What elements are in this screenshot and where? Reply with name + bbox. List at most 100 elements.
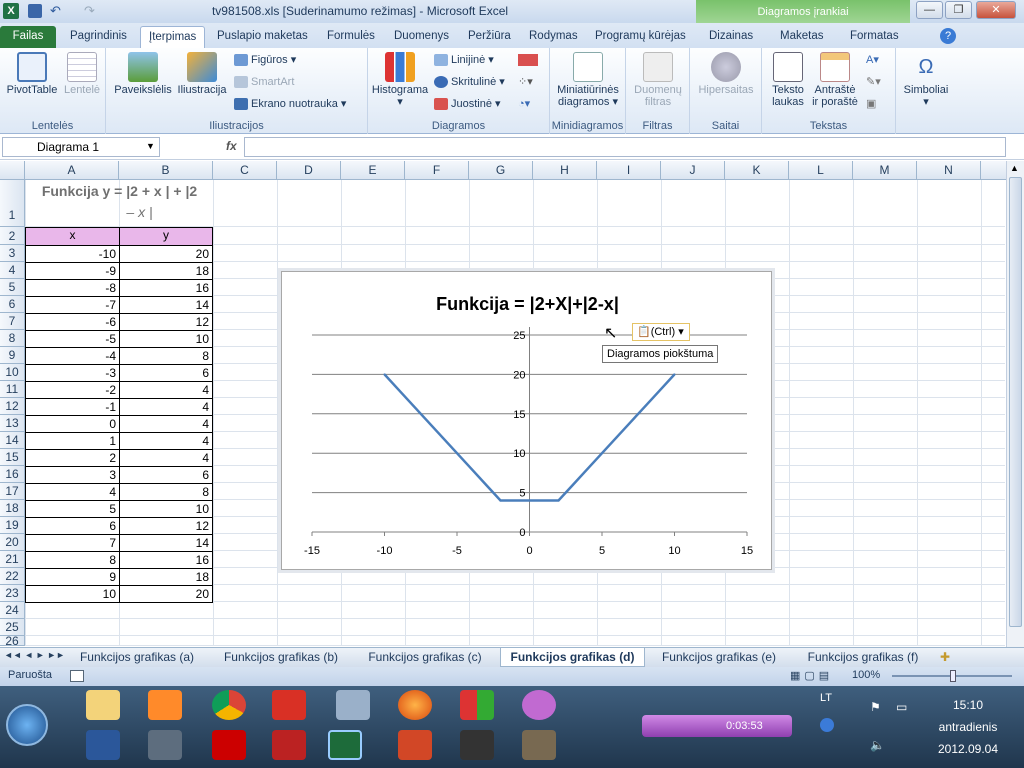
column-header[interactable]: J xyxy=(661,161,725,180)
cell-x[interactable]: -5 xyxy=(25,330,120,348)
tab-design[interactable]: Dizainas xyxy=(701,26,761,48)
tab-home[interactable]: Pagrindinis xyxy=(62,26,135,48)
cell-y[interactable]: 18 xyxy=(119,568,213,586)
cell-y[interactable]: 8 xyxy=(119,483,213,501)
table-button[interactable]: Lentelė xyxy=(60,52,104,96)
column-header[interactable]: H xyxy=(533,161,597,180)
header-y[interactable]: y xyxy=(119,227,213,246)
cell-x[interactable]: 9 xyxy=(25,568,120,586)
sheet-tab[interactable]: Funkcijos grafikas (f) xyxy=(794,648,932,667)
insert-sheet-icon[interactable]: ✚ xyxy=(940,650,950,664)
calculator-icon[interactable] xyxy=(336,690,370,720)
shapes-button[interactable]: Figūros ▾ xyxy=(234,51,296,69)
row-header[interactable]: 11 xyxy=(0,381,25,398)
tab-view[interactable]: Rodymas xyxy=(521,26,586,48)
column-header[interactable]: F xyxy=(405,161,469,180)
cell-y[interactable]: 8 xyxy=(119,347,213,365)
start-button[interactable] xyxy=(6,704,48,746)
office-icon[interactable] xyxy=(460,690,494,720)
column-header[interactable]: A xyxy=(25,161,119,180)
header-footer-button[interactable]: Antraštė ir poraštė xyxy=(810,52,860,108)
cell-x[interactable]: 5 xyxy=(25,500,120,518)
maximize-button[interactable]: ❐ xyxy=(945,1,972,19)
cell-x[interactable]: -1 xyxy=(25,398,120,416)
recorder-app-icon[interactable] xyxy=(148,730,182,760)
cell-x[interactable]: 4 xyxy=(25,483,120,501)
scatter-chart-icon[interactable]: ⁘▾ xyxy=(518,73,533,91)
sparklines-button[interactable]: Miniatiūrinės diagramos ▾ xyxy=(552,52,624,108)
row-header[interactable]: 19 xyxy=(0,517,25,534)
gmail-icon[interactable] xyxy=(272,690,306,720)
cell-y[interactable]: 20 xyxy=(119,245,213,263)
sheet-tab[interactable]: Funkcijos grafikas (a) xyxy=(68,648,206,667)
row-header[interactable]: 4 xyxy=(0,262,25,279)
picture-button[interactable]: Paveikslėlis xyxy=(112,52,174,96)
cell-y[interactable]: 4 xyxy=(119,432,213,450)
object-icon[interactable]: ▣ xyxy=(866,95,876,113)
cell-x[interactable]: 6 xyxy=(25,517,120,535)
select-all-corner[interactable] xyxy=(0,161,25,180)
row-header[interactable]: 17 xyxy=(0,483,25,500)
cell-y[interactable]: 6 xyxy=(119,364,213,382)
row-header[interactable]: 22 xyxy=(0,568,25,585)
column-header[interactable]: L xyxy=(789,161,853,180)
cell-x[interactable]: -10 xyxy=(25,245,120,263)
row-header[interactable]: 1 xyxy=(0,180,25,227)
clock-time[interactable]: 15:10 xyxy=(936,698,1000,712)
cell-y[interactable]: 4 xyxy=(119,415,213,433)
recorder-widget[interactable]: 0:03:53 xyxy=(642,715,792,737)
excel-taskbar-icon[interactable] xyxy=(328,730,362,760)
tab-data[interactable]: Duomenys xyxy=(386,26,457,48)
cell-x[interactable]: 1 xyxy=(25,432,120,450)
close-button[interactable]: ✕ xyxy=(976,1,1016,19)
cell-x[interactable]: -2 xyxy=(25,381,120,399)
paste-options-button[interactable]: 📋(Ctrl) ▾ xyxy=(632,323,690,341)
row-header[interactable]: 18 xyxy=(0,500,25,517)
cell-x[interactable]: -7 xyxy=(25,296,120,314)
vertical-scrollbar[interactable]: ▲ xyxy=(1006,161,1024,647)
bar-chart-button[interactable]: Juostinė ▾ xyxy=(434,95,501,113)
row-header[interactable]: 12 xyxy=(0,398,25,415)
pivottable-button[interactable]: PivotTable xyxy=(4,52,60,96)
row-header[interactable]: 13 xyxy=(0,415,25,432)
cell-y[interactable]: 20 xyxy=(119,585,213,603)
row-header[interactable]: 5 xyxy=(0,279,25,296)
tab-developer[interactable]: Programų kūrėjas xyxy=(587,26,694,48)
slicer-button[interactable]: Duomenų filtras xyxy=(628,52,688,108)
column-header[interactable]: C xyxy=(213,161,277,180)
insert-function-icon[interactable]: fx xyxy=(226,139,237,153)
acrobat-icon[interactable] xyxy=(212,730,246,760)
name-box-dropdown-icon[interactable]: ▼ xyxy=(146,141,155,151)
tab-layout[interactable]: Maketas xyxy=(772,26,831,48)
network-icon[interactable]: ▭ xyxy=(896,700,907,714)
formula-input[interactable] xyxy=(244,137,1006,157)
row-header[interactable]: 14 xyxy=(0,432,25,449)
smartart-button[interactable]: SmartArt xyxy=(234,73,294,91)
cell-x[interactable]: -9 xyxy=(25,262,120,280)
gimp-icon[interactable] xyxy=(522,730,556,760)
cell-y[interactable]: 4 xyxy=(119,449,213,467)
sheet-tab[interactable]: Funkcijos grafikas (c) xyxy=(356,648,494,667)
cell-x[interactable]: 0 xyxy=(25,415,120,433)
cell-y[interactable]: 10 xyxy=(119,330,213,348)
row-header[interactable]: 3 xyxy=(0,245,25,262)
clock-app-icon[interactable] xyxy=(522,690,556,720)
row-header[interactable]: 10 xyxy=(0,364,25,381)
filezilla-icon[interactable] xyxy=(272,730,306,760)
explorer-icon[interactable] xyxy=(86,690,120,720)
cell-x[interactable]: -3 xyxy=(25,364,120,382)
row-header[interactable]: 2 xyxy=(0,227,25,245)
volume-icon[interactable]: 🔈 xyxy=(870,738,885,752)
audio-icon[interactable] xyxy=(460,730,494,760)
firefox-icon[interactable] xyxy=(398,690,432,720)
hyperlink-button[interactable]: Hipersaitas xyxy=(692,52,760,96)
cell-x[interactable]: 10 xyxy=(25,585,120,603)
cell-y[interactable]: 6 xyxy=(119,466,213,484)
tab-insert[interactable]: Įterpimas xyxy=(140,26,206,48)
signature-icon[interactable]: ✎▾ xyxy=(866,73,881,91)
cell-y[interactable]: 18 xyxy=(119,262,213,280)
column-header[interactable]: K xyxy=(725,161,789,180)
column-header[interactable]: M xyxy=(853,161,917,180)
cell-y[interactable]: 4 xyxy=(119,381,213,399)
cell-x[interactable]: 3 xyxy=(25,466,120,484)
